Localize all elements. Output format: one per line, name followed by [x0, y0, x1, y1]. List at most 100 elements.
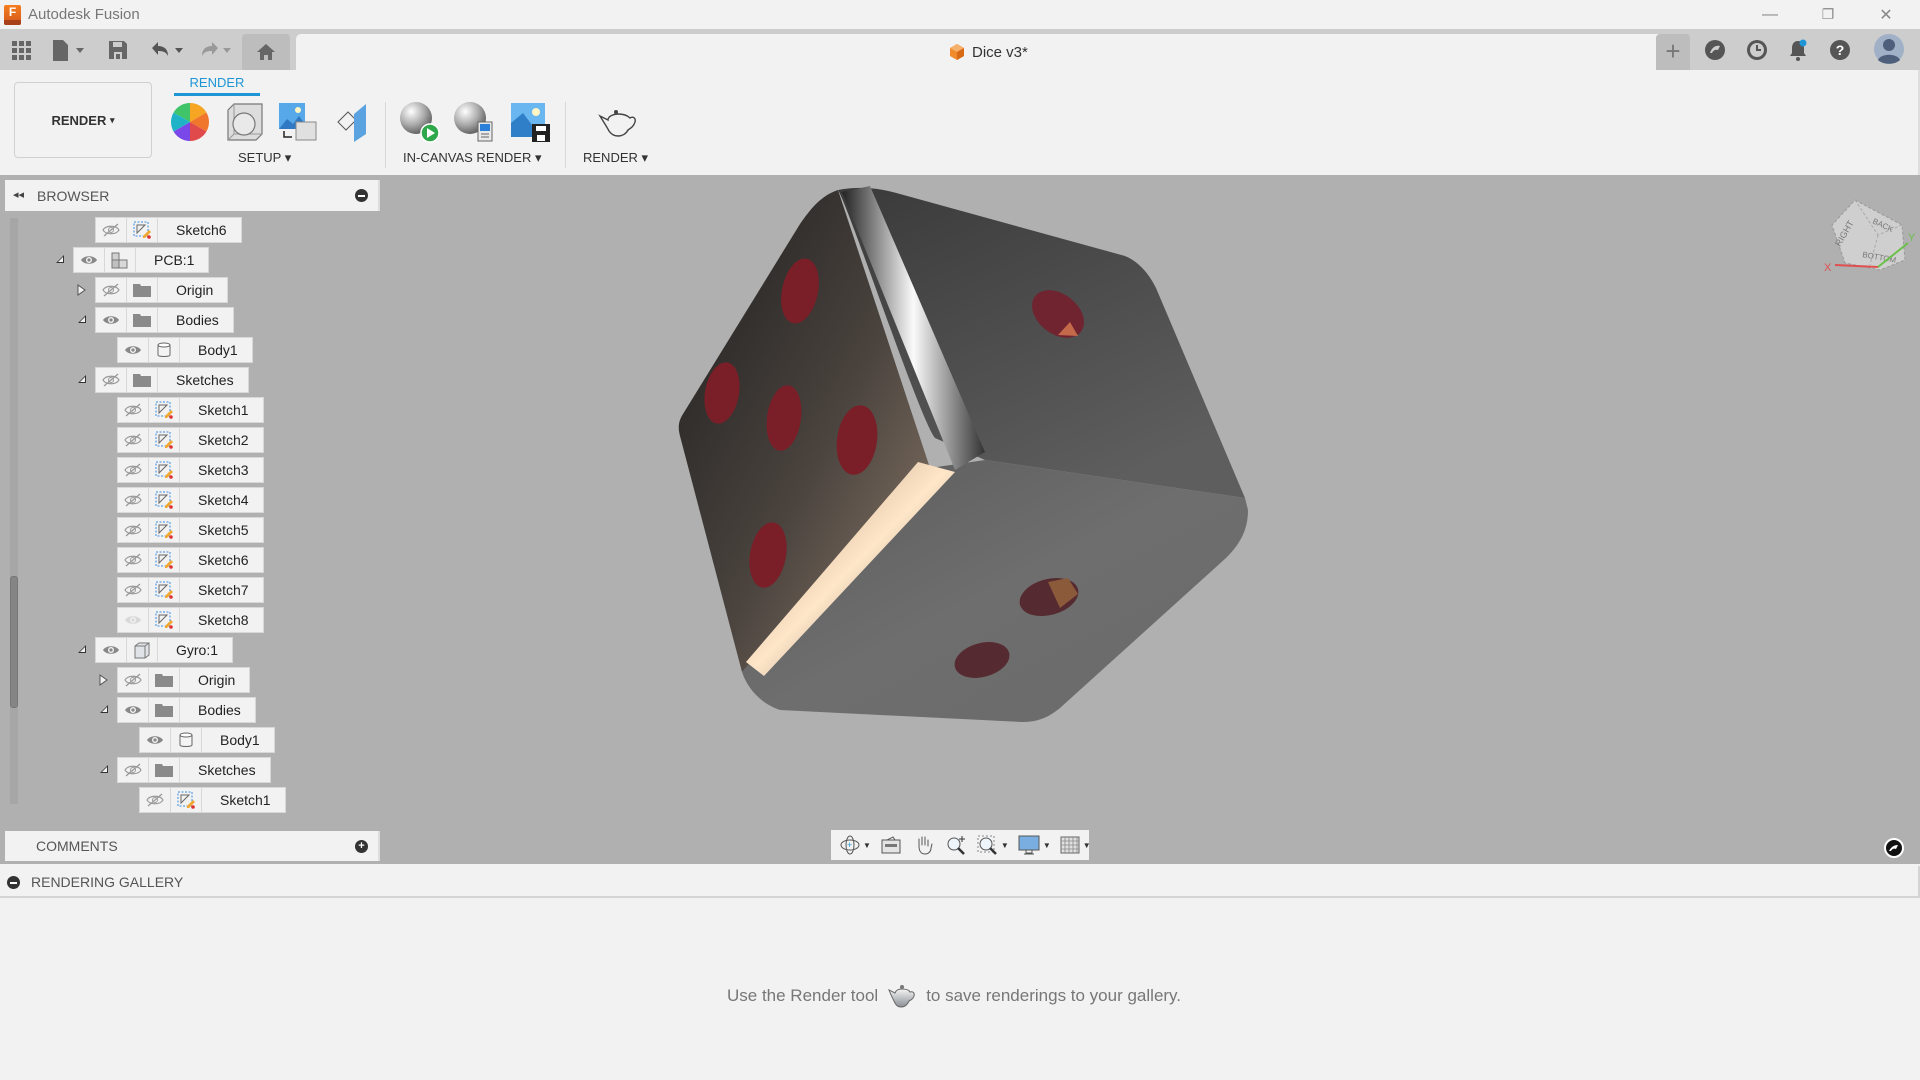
body-icon	[171, 728, 202, 752]
grid-menu-icon[interactable]	[9, 38, 33, 62]
capture-image-icon[interactable]	[508, 100, 552, 144]
collapsed-toggle-icon[interactable]	[77, 284, 89, 296]
folder-icon	[127, 278, 158, 302]
browser-item-label: Sketch8	[198, 612, 249, 628]
axis-x-label: X	[1824, 262, 1832, 274]
visibility-off-icon[interactable]	[96, 218, 127, 242]
visibility-on-icon[interactable]	[96, 308, 127, 332]
visibility-off-icon[interactable]	[118, 668, 149, 692]
workspace-switcher[interactable]: RENDER ▾	[14, 82, 152, 158]
tab-render[interactable]: RENDER	[174, 74, 260, 96]
render-teapot-icon	[888, 985, 915, 1008]
look-at-button[interactable]	[879, 833, 903, 857]
visibility-off-icon[interactable]	[96, 278, 127, 302]
sketch-icon	[127, 218, 158, 242]
in-canvas-render-icon[interactable]	[398, 100, 442, 144]
orbit-button[interactable]: + ▼	[839, 833, 875, 857]
gallery-title: RENDERING GALLERY	[31, 874, 184, 890]
visibility-off-icon[interactable]	[118, 548, 149, 572]
in-canvas-render-settings-icon[interactable]	[452, 100, 496, 144]
visibility-on-icon[interactable]	[74, 248, 105, 272]
dice-model[interactable]	[0, 175, 1920, 864]
notifications-icon[interactable]	[1786, 38, 1810, 62]
render-teapot-icon[interactable]	[594, 100, 638, 144]
add-tab-button[interactable]: +	[1656, 34, 1690, 70]
rendering-gallery: Use the Render tool to save renderings t…	[0, 900, 1920, 1080]
collapse-browser-icon[interactable]: ◂◂	[13, 188, 24, 201]
sketch-icon	[149, 548, 180, 572]
expanded-toggle-icon[interactable]	[77, 374, 89, 386]
profile-avatar[interactable]	[1874, 34, 1904, 64]
collapse-gallery-button[interactable]	[7, 876, 20, 889]
visibility-off-icon[interactable]	[118, 578, 149, 602]
zoom-button[interactable]	[945, 833, 967, 857]
expanded-toggle-icon[interactable]	[77, 644, 89, 656]
visibility-off-icon[interactable]	[118, 458, 149, 482]
folder-icon	[149, 698, 180, 722]
visibility-on-icon[interactable]	[118, 698, 149, 722]
extensions-icon[interactable]	[1703, 38, 1727, 62]
expanded-toggle-icon[interactable]	[99, 764, 111, 776]
pan-button[interactable]	[913, 833, 935, 857]
decal-icon[interactable]	[330, 100, 374, 144]
expanded-toggle-icon[interactable]	[77, 314, 89, 326]
canvas-viewport[interactable]: RIGHT BACK BOTTOM X Y	[0, 175, 1920, 864]
grid-settings-button[interactable]: ▼	[1059, 833, 1095, 857]
sketch-icon	[149, 428, 180, 452]
browser-item-label: Sketch7	[198, 582, 249, 598]
browser-item-label: Origin	[198, 672, 236, 688]
browser-scrollbar-track[interactable]	[10, 218, 18, 804]
visibility-off-icon[interactable]	[118, 398, 149, 422]
orbit-icon: +	[840, 835, 860, 855]
visibility-off-icon[interactable]	[140, 788, 171, 812]
restore-button[interactable]: ❐	[1800, 0, 1856, 29]
visibility-on-icon[interactable]	[96, 638, 127, 662]
add-comment-button[interactable]: +	[355, 840, 368, 853]
job-status-icon[interactable]	[1745, 38, 1769, 62]
learning-panel-button[interactable]	[1884, 838, 1904, 858]
collapsed-toggle-icon[interactable]	[99, 674, 111, 686]
viewcube[interactable]: RIGHT BACK BOTTOM X Y	[1810, 195, 1920, 285]
file-icon[interactable]	[50, 38, 88, 62]
visibility-off-icon[interactable]	[118, 518, 149, 542]
browser-scrollbar-thumb[interactable]	[10, 576, 18, 708]
visibility-on-icon[interactable]	[140, 728, 171, 752]
visibility-off-icon[interactable]	[96, 368, 127, 392]
minimize-browser-button[interactable]	[355, 189, 368, 202]
visibility-on-icon[interactable]	[118, 338, 149, 362]
visibility-off-icon[interactable]	[118, 428, 149, 452]
sketch-icon	[149, 458, 180, 482]
display-settings-button[interactable]: ▼	[1017, 833, 1055, 857]
tab-document[interactable]: Dice v3* ✕	[296, 34, 1686, 70]
add-tab-icon: +	[1665, 36, 1681, 66]
axis-y-label: Y	[1908, 232, 1916, 244]
in-canvas-render-group-label[interactable]: IN-CANVAS RENDER ▾	[403, 150, 541, 166]
visibility-off-icon[interactable]	[118, 488, 149, 512]
scene-settings-icon[interactable]	[222, 100, 266, 144]
browser-item-label: Sketches	[176, 372, 234, 388]
browser-item-label: Gyro:1	[176, 642, 219, 658]
zoom-window-button[interactable]: ▼	[977, 833, 1013, 857]
appearance-icon[interactable]	[168, 100, 212, 144]
save-icon[interactable]	[106, 38, 130, 62]
navigation-bar: + ▼ ▼ ▼ ▼	[831, 830, 1091, 860]
comments-panel-header[interactable]: COMMENTS +	[5, 831, 380, 861]
expanded-toggle-icon[interactable]	[55, 254, 67, 266]
undo-icon[interactable]	[148, 38, 184, 62]
app-title: Autodesk Fusion	[28, 6, 140, 23]
visibility-off-icon[interactable]	[118, 758, 149, 782]
help-icon[interactable]: ?	[1828, 38, 1852, 62]
folder-icon	[149, 758, 180, 782]
close-window-button[interactable]: ✕	[1858, 0, 1914, 29]
home-button[interactable]	[242, 34, 290, 70]
render-group-label[interactable]: RENDER ▾	[583, 150, 648, 166]
expanded-toggle-icon[interactable]	[99, 704, 111, 716]
setup-group-label[interactable]: SETUP ▾	[238, 150, 291, 166]
browser-item-label: Sketch1	[198, 402, 249, 418]
rendering-gallery-header[interactable]: RENDERING GALLERY	[0, 866, 1920, 898]
texture-map-icon[interactable]	[276, 100, 320, 144]
visibility-faded-icon[interactable]	[118, 608, 149, 632]
minimize-button[interactable]: —	[1742, 0, 1798, 29]
redo-icon[interactable]	[196, 38, 232, 62]
grid-settings-icon	[1060, 836, 1080, 854]
